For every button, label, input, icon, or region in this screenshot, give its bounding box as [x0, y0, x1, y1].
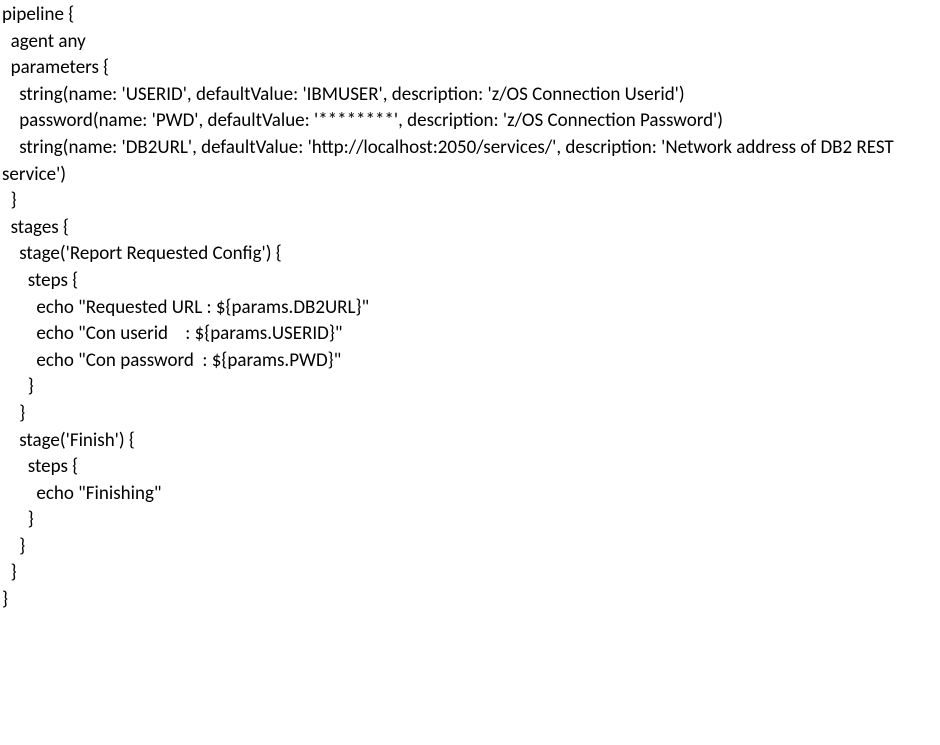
code-block: pipeline { agent any parameters { string…: [0, 0, 940, 614]
